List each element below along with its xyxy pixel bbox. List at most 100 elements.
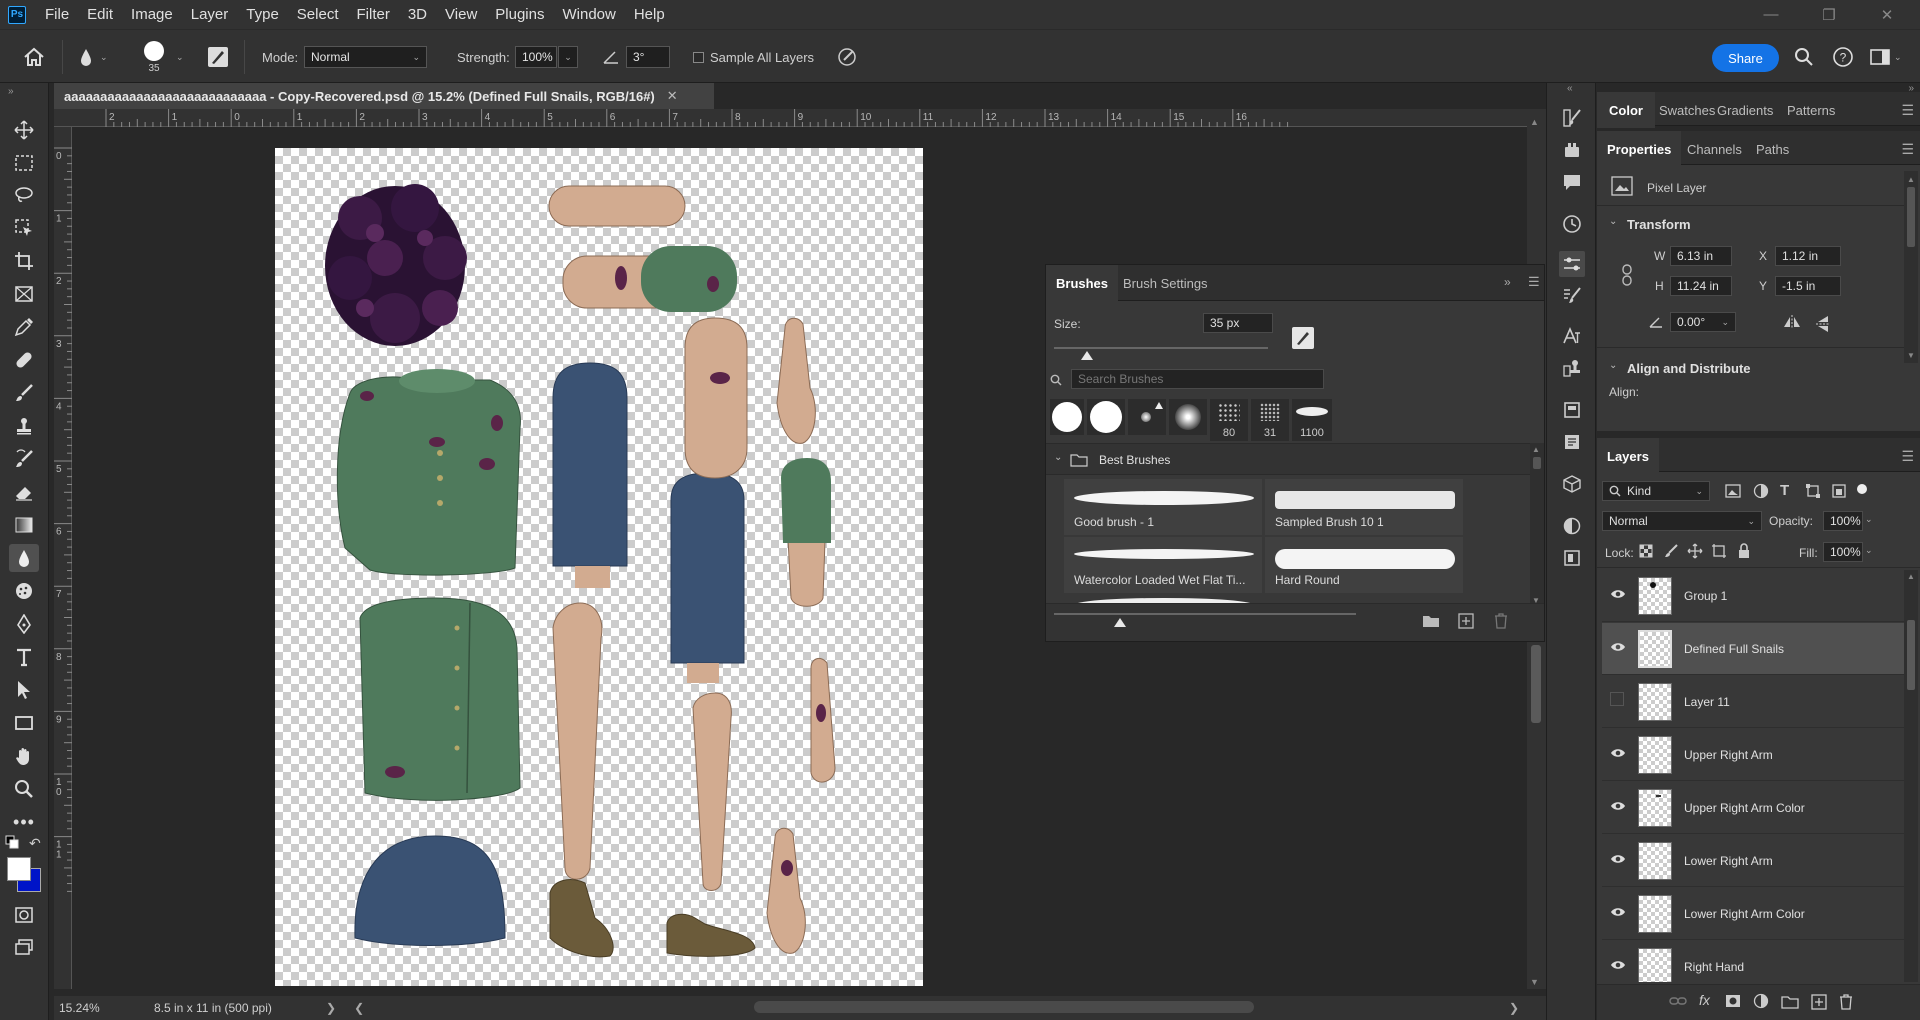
pen-tool-icon[interactable]: [9, 610, 39, 638]
layers-scrollbar[interactable]: ▲: [1904, 570, 1918, 982]
sample-all-layers-toggle[interactable]: Sample All Layers: [693, 30, 814, 84]
menu-view[interactable]: View: [436, 0, 486, 29]
x-input[interactable]: 1.12 in: [1775, 246, 1841, 266]
menu-select[interactable]: Select: [288, 0, 348, 29]
filter-adjustment-icon[interactable]: [1753, 483, 1769, 499]
healing-brush-tool-icon[interactable]: [9, 346, 39, 374]
brush-tip-soft-round[interactable]: [1169, 399, 1207, 435]
visibility-eye-icon[interactable]: [1610, 800, 1626, 812]
layers-scroll-thumb[interactable]: [1907, 620, 1915, 690]
new-group-icon[interactable]: [1781, 995, 1799, 1009]
menu-plugins[interactable]: Plugins: [486, 0, 553, 29]
chevron-down-icon[interactable]: ⌄: [1865, 545, 1873, 556]
chevron-down-icon[interactable]: ⌄: [1609, 360, 1617, 371]
plugins-icon[interactable]: [1559, 137, 1585, 163]
layer-row[interactable]: Right Hand: [1602, 941, 1904, 982]
scroll-right-icon[interactable]: ❯: [1509, 1001, 1519, 1015]
visibility-eye-icon[interactable]: [1610, 747, 1626, 759]
adjustment-brush-icon[interactable]: [1559, 105, 1585, 131]
tab-patterns[interactable]: Patterns: [1777, 92, 1845, 128]
brush-preset[interactable]: Good brush - 1: [1064, 479, 1262, 535]
panel-menu-icon[interactable]: ☰: [1901, 448, 1914, 465]
crop-tool-icon[interactable]: [9, 247, 39, 275]
share-button[interactable]: Share: [1712, 44, 1779, 72]
flip-horizontal-icon[interactable]: [1782, 314, 1802, 330]
layer-filter-kind[interactable]: Kind ⌄: [1602, 481, 1710, 501]
menu-type[interactable]: Type: [237, 0, 288, 29]
menu-window[interactable]: Window: [553, 0, 624, 29]
fill-input[interactable]: 100%: [1823, 542, 1863, 562]
panel-menu-icon[interactable]: ☰: [1901, 102, 1914, 119]
foreground-color-swatch[interactable]: [7, 857, 31, 881]
flip-vertical-icon[interactable]: [1815, 314, 1831, 334]
menu-filter[interactable]: Filter: [348, 0, 399, 29]
brush-tip-spatter-80[interactable]: 80: [1210, 399, 1248, 441]
help-icon[interactable]: ?: [1832, 30, 1854, 84]
move-tool-icon[interactable]: [9, 116, 39, 144]
character-icon[interactable]: [1559, 323, 1585, 349]
expand-panels-icon[interactable]: «: [1567, 83, 1573, 94]
new-layer-icon[interactable]: [1811, 994, 1827, 1010]
lock-position-icon[interactable]: [1687, 543, 1703, 559]
width-input[interactable]: 6.13 in: [1670, 246, 1732, 266]
navigator-icon[interactable]: [1559, 513, 1585, 539]
document-canvas[interactable]: [275, 148, 923, 986]
status-menu-icon[interactable]: ❯: [326, 1001, 336, 1015]
brush-preset[interactable]: Watercolor Loaded Wet Flat Ti...: [1064, 537, 1262, 593]
menu-edit[interactable]: Edit: [78, 0, 122, 29]
history-brush-tool-icon[interactable]: [9, 445, 39, 473]
clone-source-icon[interactable]: [1559, 355, 1585, 381]
hand-tool-icon[interactable]: [9, 742, 39, 770]
chevron-down-icon[interactable]: ⌄: [176, 30, 184, 84]
preview-size-thumb[interactable]: [1114, 618, 1126, 627]
y-input[interactable]: -1.5 in: [1775, 276, 1841, 296]
lock-pixels-icon[interactable]: [1664, 544, 1678, 558]
canvas-scroll-thumb[interactable]: [1531, 645, 1541, 723]
comments-icon[interactable]: [1559, 169, 1585, 195]
visibility-eye-icon[interactable]: [1610, 959, 1626, 971]
visibility-eye-icon[interactable]: [1610, 588, 1626, 600]
size-input[interactable]: 35 px: [1203, 313, 1273, 333]
link-dimensions-icon[interactable]: [1621, 264, 1633, 286]
brush-size-picker[interactable]: 35: [144, 30, 164, 84]
search-brushes-input[interactable]: Search Brushes: [1071, 369, 1324, 389]
adjustments-icon[interactable]: [1559, 251, 1585, 277]
eyedropper-tool-icon[interactable]: [9, 313, 39, 341]
lock-all-icon[interactable]: [1737, 543, 1751, 559]
collapse-panel-icon[interactable]: »: [1504, 275, 1511, 289]
restore-icon[interactable]: ❐: [1800, 0, 1858, 29]
chevron-down-icon[interactable]: ⌄: [1865, 514, 1873, 525]
lock-artboard-icon[interactable]: [1711, 543, 1727, 559]
tab-brush-settings[interactable]: Brush Settings: [1113, 265, 1218, 301]
blend-mode-select[interactable]: Normal ⌄: [1602, 511, 1762, 531]
chevron-down-icon[interactable]: ⌄: [1609, 216, 1617, 227]
path-selection-tool-icon[interactable]: [9, 676, 39, 704]
panel-menu-icon[interactable]: ☰: [1528, 274, 1540, 290]
close-icon[interactable]: ✕: [1858, 0, 1916, 29]
object-selection-tool-icon[interactable]: [9, 214, 39, 242]
delete-brush-icon[interactable]: [1494, 613, 1508, 629]
layer-row[interactable]: Layer 11: [1602, 676, 1904, 728]
brush-preset[interactable]: Sampled Brush 10 1: [1265, 479, 1463, 535]
visibility-off-box[interactable]: [1610, 692, 1624, 706]
properties-scrollbar[interactable]: ▲ ▼: [1904, 171, 1918, 363]
home-icon[interactable]: [22, 30, 46, 84]
type-tool-icon[interactable]: [9, 643, 39, 671]
delete-layer-icon[interactable]: [1839, 994, 1853, 1010]
filter-toggle-icon[interactable]: [1857, 484, 1867, 494]
add-mask-icon[interactable]: [1725, 994, 1741, 1008]
brush-folder-best-brushes[interactable]: ⌄ Best Brushes: [1046, 443, 1530, 475]
notes-icon[interactable]: [1559, 429, 1585, 455]
new-brush-icon[interactable]: [1458, 613, 1474, 629]
sponge-tool-icon[interactable]: [9, 577, 39, 605]
tab-color[interactable]: Color: [1597, 92, 1655, 128]
document-tab[interactable]: aaaaaaaaaaaaaaaaaaaaaaaaaaaa - Copy-Reco…: [54, 83, 714, 109]
angle-input[interactable]: 0.00° ⌄: [1670, 312, 1736, 332]
sample-all-layers-checkbox[interactable]: [693, 51, 704, 63]
layer-row[interactable]: Group 1: [1602, 570, 1904, 622]
menu-3d[interactable]: 3D: [399, 0, 436, 29]
layer-row[interactable]: Upper Right Arm Color: [1602, 782, 1904, 834]
workspace-icon[interactable]: ⌄: [1870, 30, 1902, 84]
search-icon[interactable]: [1794, 30, 1814, 84]
layer-effects-icon[interactable]: fx: [1699, 992, 1710, 1008]
